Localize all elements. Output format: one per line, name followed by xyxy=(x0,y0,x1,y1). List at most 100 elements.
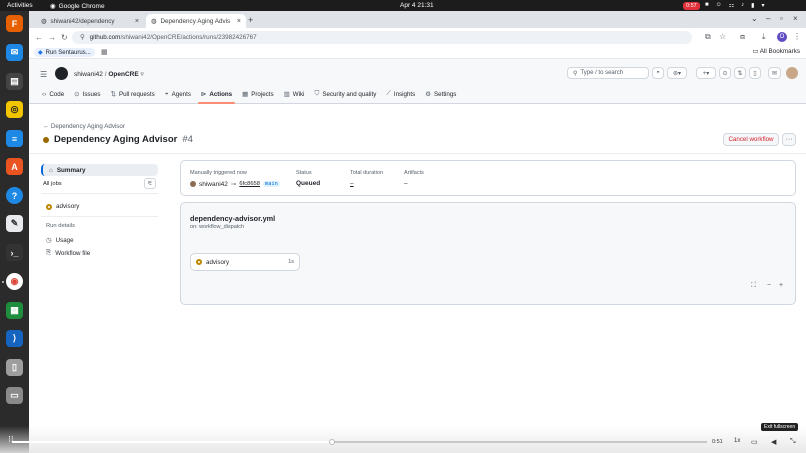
create-new-button[interactable]: +▾ xyxy=(696,67,716,79)
tab-issues[interactable]: ⊙ Issues xyxy=(69,87,105,101)
job-node-advisory[interactable]: advisory 1s xyxy=(190,253,300,271)
tab-label: Insights xyxy=(393,90,416,98)
more-options-icon[interactable]: ··· xyxy=(782,133,796,146)
branch-badge[interactable]: main xyxy=(263,181,280,187)
video-scrubber-handle[interactable] xyxy=(328,439,335,445)
tab-insights[interactable]: ⟋ Insights xyxy=(381,87,420,101)
code-icon: ‹› xyxy=(42,90,47,98)
inbox-icon[interactable]: ✉ xyxy=(768,67,781,79)
thunderbird-icon[interactable]: ✉ xyxy=(6,44,23,61)
files-icon[interactable]: ▤ xyxy=(6,73,23,90)
duration-field: Total duration – xyxy=(350,170,383,187)
github-logo-icon[interactable] xyxy=(55,67,68,80)
repositories-icon[interactable]: ▯ xyxy=(749,67,761,79)
tab-run[interactable]: ◍ Dependency Aging Advis × xyxy=(146,14,246,28)
tab-projects[interactable]: ▦ Projects xyxy=(237,87,279,101)
address-bar[interactable]: ⚲ github.com/shiwani42/OpenCRE/actions/r… xyxy=(72,31,692,44)
page-title: Dependency Aging Advisor #4 xyxy=(43,134,193,145)
captions-icon[interactable]: ▭ xyxy=(751,438,758,446)
reload-icon[interactable]: ↻ xyxy=(61,33,68,42)
tab-label: Issues xyxy=(82,90,101,98)
search-input[interactable]: ⚲ Type / to search xyxy=(567,67,649,79)
browser-toolbar: ← → ↻ ⚲ github.com/shiwani42/OpenCRE/act… xyxy=(29,28,806,47)
back-to-workflow-link[interactable]: ← Dependency Aging Advisor xyxy=(43,123,125,130)
recording-indicator[interactable]: 0:57 xyxy=(683,2,700,10)
cancel-workflow-button[interactable]: Cancel workflow xyxy=(723,133,779,146)
text-editor-icon[interactable]: ✎ xyxy=(6,215,23,232)
tab-agents[interactable]: ◓ Agents xyxy=(160,87,196,101)
repo-breadcrumb: shiwani42 / OpenCRE ▿ xyxy=(74,71,144,78)
hamburger-menu-icon[interactable]: ☰ xyxy=(40,70,47,79)
back-icon[interactable]: ← xyxy=(35,33,43,42)
install-app-icon[interactable]: ⧉ xyxy=(705,32,711,42)
video-progress-track[interactable] xyxy=(12,441,707,443)
commit-sha-link[interactable]: 6fc8658 xyxy=(239,181,260,187)
playback-speed-button[interactable]: 1x xyxy=(734,438,740,444)
download-icon[interactable]: ⤓ xyxy=(762,32,766,42)
terminal-icon[interactable]: ›_ xyxy=(6,244,23,261)
vscode-icon[interactable]: ⟩ xyxy=(6,330,23,347)
sidebar-item-summary[interactable]: ⌂ Summary xyxy=(41,164,158,176)
active-app-indicator[interactable]: ◉ Google Chrome xyxy=(50,2,105,11)
workflow-file-name[interactable]: dependency-advisor.yml xyxy=(190,214,275,223)
zoom-out-icon[interactable]: − xyxy=(767,282,771,289)
bookmark-star-icon[interactable]: ☆ xyxy=(719,32,726,41)
queued-status-icon xyxy=(43,136,49,143)
kebab-menu-icon[interactable]: ⋮ xyxy=(793,32,801,41)
profile-avatar[interactable]: O xyxy=(777,32,787,42)
issues-icon[interactable]: ⊙ xyxy=(719,67,731,79)
minimize-icon[interactable]: – xyxy=(766,14,770,23)
repo-switcher-icon[interactable]: ▿ xyxy=(141,71,144,78)
new-tab-button[interactable]: + xyxy=(248,15,253,25)
software-center-icon[interactable]: A xyxy=(6,158,23,175)
copilot-menu-button[interactable]: ⊚▾ xyxy=(667,67,687,79)
video-menu-icon[interactable]: ⁝⁝ xyxy=(8,434,14,445)
trash-icon[interactable]: ▭ xyxy=(6,387,23,404)
help-icon[interactable]: ? xyxy=(6,187,23,204)
bookmark-item[interactable]: ◆ Run Sentaurus... xyxy=(34,48,95,57)
trigger-user[interactable]: shiwani42 xyxy=(199,181,228,188)
sidebar-job-advisory[interactable]: advisory xyxy=(46,203,79,210)
apps-grid-icon[interactable]: ▦ xyxy=(101,48,108,56)
chrome-dock-icon[interactable]: ◉ xyxy=(6,273,23,290)
maximize-icon[interactable]: ▫ xyxy=(780,14,783,23)
exit-fullscreen-icon[interactable]: ⤡ xyxy=(790,438,796,446)
tab-repo[interactable]: ◍ shiwani42/dependency × xyxy=(36,14,144,28)
tab-pull-requests[interactable]: ⇅ Pull requests xyxy=(105,87,159,101)
activities-button[interactable]: Activities xyxy=(7,2,33,9)
tab-security[interactable]: ⛉ Security and quality xyxy=(309,87,381,101)
spreadsheet-icon[interactable]: ▦ xyxy=(6,302,23,319)
writer-icon[interactable]: ≡ xyxy=(6,130,23,147)
duration-value[interactable]: – xyxy=(350,180,383,187)
workflow-trigger: on: workflow_dispatch xyxy=(190,224,245,230)
sidebar-item-usage[interactable]: ◷ Usage xyxy=(46,236,74,245)
all-bookmarks-button[interactable]: ▭ All Bookmarks xyxy=(752,48,800,55)
tab-wiki[interactable]: ▥ Wiki xyxy=(279,87,310,101)
close-window-icon[interactable]: × xyxy=(793,14,798,23)
copilot-icon[interactable]: ◓ xyxy=(652,67,664,79)
fullscreen-icon[interactable]: ⛶ xyxy=(751,282,756,290)
tab-actions[interactable]: ⊳ Actions xyxy=(196,87,237,104)
close-icon[interactable]: × xyxy=(135,18,139,25)
tab-code[interactable]: ‹› Code xyxy=(37,87,69,101)
clock[interactable]: Apr 4 21:31 xyxy=(400,2,434,9)
close-icon[interactable]: × xyxy=(237,18,241,25)
rhythmbox-icon[interactable]: ◎ xyxy=(6,101,23,118)
zoom-in-icon[interactable]: + xyxy=(779,282,783,289)
usb-drive-icon[interactable]: ▯ xyxy=(6,359,23,376)
firefox-icon[interactable]: F xyxy=(6,15,23,32)
repo-link[interactable]: OpenCRE xyxy=(108,71,138,78)
forward-icon[interactable]: → xyxy=(48,33,56,42)
owner-link[interactable]: shiwani42 xyxy=(74,71,103,78)
wiki-icon: ▥ xyxy=(283,91,290,98)
sidebar-item-workflow-file[interactable]: ⎘ Workflow file xyxy=(46,249,90,257)
volume-icon[interactable]: ◀ xyxy=(771,438,776,446)
pull-requests-icon[interactable]: ⇅ xyxy=(734,67,746,79)
tab-search-icon[interactable]: ⌄ xyxy=(751,14,758,23)
user-avatar[interactable] xyxy=(786,67,798,79)
extensions-icon[interactable]: ⧈ xyxy=(740,32,745,42)
tab-settings[interactable]: ⚙ Settings xyxy=(420,87,461,101)
system-tray[interactable]: ■ ☺ ⚏ ♪ ▮ ▾ xyxy=(705,2,764,9)
chrome-icon: ◉ xyxy=(50,3,56,10)
filter-icon[interactable]: ⚟ xyxy=(144,178,156,189)
